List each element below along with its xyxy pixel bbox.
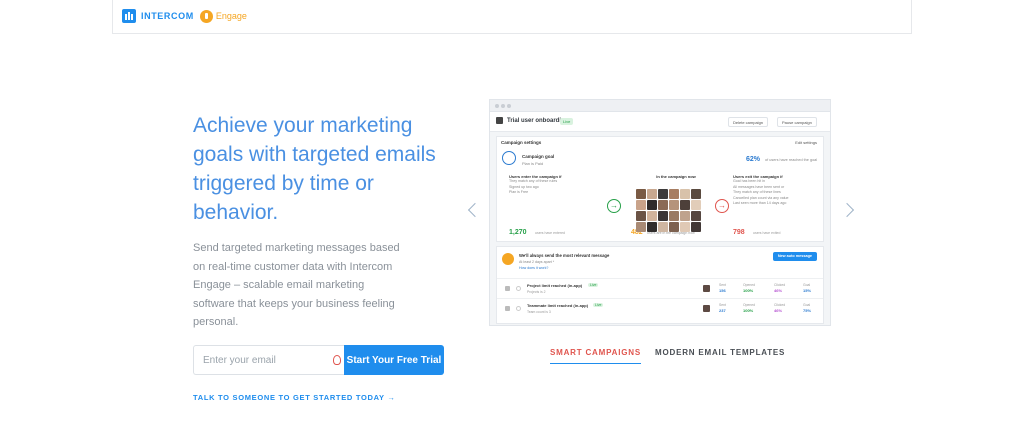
message-name: Teammate limit reached (in-app) — [527, 303, 589, 308]
intercom-logo[interactable]: INTERCOM Engage — [122, 9, 247, 23]
arrow-right-icon: → — [715, 199, 729, 213]
intercom-logo-icon — [122, 9, 136, 23]
user-avatar — [636, 200, 646, 210]
user-avatar — [658, 211, 668, 221]
hero-subcopy: Send targeted marketing messages based o… — [193, 242, 400, 328]
user-avatar — [691, 200, 701, 210]
user-avatar — [669, 189, 679, 199]
user-avatar — [647, 211, 657, 221]
message-rule: Projects is 2 — [527, 290, 546, 294]
message-icon — [502, 253, 514, 265]
user-avatar — [691, 211, 701, 221]
metric-sent: Sent 156 — [719, 283, 726, 293]
drag-handle-icon[interactable] — [505, 286, 510, 291]
metric-goal: Goal 15% — [803, 283, 812, 293]
edit-settings-link[interactable]: Edit settings — [795, 140, 817, 145]
engage-icon — [199, 9, 213, 23]
delete-campaign-button[interactable]: Delete campaign — [728, 117, 769, 127]
message-name: Project limit reached (in-app) — [527, 283, 583, 288]
messages-panel: We'll always send the most relevant mess… — [496, 246, 824, 324]
user-avatar — [636, 222, 646, 232]
user-avatar — [691, 222, 701, 232]
signup-form: Start Your Free Trial — [193, 345, 444, 375]
messages-heading: We'll always send the most relevant mess… — [519, 253, 610, 258]
message-type-icon — [516, 306, 521, 311]
goal-desc: of users have reached the goal — [765, 158, 818, 162]
hero-headline: Achieve your marketing goals with target… — [193, 114, 436, 224]
enter-rule: Plan is Free — [509, 190, 529, 194]
goal-percent: 62% — [746, 156, 761, 163]
message-type-icon — [516, 286, 521, 291]
metric-clicked: Clicked 46% — [774, 303, 786, 313]
user-avatar — [669, 222, 679, 232]
email-input[interactable] — [193, 345, 344, 375]
user-avatar — [658, 189, 668, 199]
user-avatar — [636, 189, 646, 199]
carousel-prev-icon[interactable] — [467, 202, 483, 218]
metric-goal: Goal 75% — [803, 303, 812, 313]
goal-sub: Plan is Paid — [522, 161, 544, 166]
product-name: Engage — [215, 11, 247, 21]
exit-column: Users exit the campaign if Goal has been… — [733, 174, 823, 240]
metric-sent: Sent 237 — [719, 303, 726, 313]
pause-campaign-button[interactable]: Pause campaign — [777, 117, 817, 127]
metric-opened: Opened 100% — [743, 303, 756, 313]
table-row[interactable]: Project limit reached (in-app) Live Proj… — [497, 278, 823, 298]
sender-avatar — [703, 305, 710, 312]
in-title: In the campaign now — [656, 174, 696, 179]
status-badge: Live — [593, 303, 604, 307]
campaign-icon — [496, 117, 503, 124]
entered-count: 1,270 — [509, 229, 527, 236]
metric-clicked: Clicked 46% — [774, 283, 786, 293]
arrow-right-icon: → — [607, 199, 621, 213]
campaign-settings-panel: Campaign settings Edit settings Campaign… — [496, 136, 824, 242]
user-avatar — [680, 222, 690, 232]
status-badge: Live — [588, 283, 599, 287]
entered-note: users have entered — [535, 231, 565, 235]
metric-opened: Opened 100% — [743, 283, 756, 293]
drag-handle-icon[interactable] — [505, 306, 510, 311]
brand-name: INTERCOM — [141, 11, 194, 21]
tab-modern-email-templates[interactable]: MODERN EMAIL TEMPLATES — [655, 348, 785, 357]
user-avatar — [647, 222, 657, 232]
window-chrome — [490, 100, 830, 112]
user-avatar — [691, 189, 701, 199]
user-avatar — [647, 200, 657, 210]
user-avatar — [636, 211, 646, 221]
exited-note: users have exited — [753, 231, 781, 235]
new-auto-message-button[interactable]: New auto message — [772, 252, 817, 261]
user-avatar — [669, 200, 679, 210]
how-it-works-link[interactable]: How does it work? — [519, 266, 548, 270]
product-screenshot: Trial user onboarding Live Delete campai… — [489, 99, 831, 326]
user-avatars — [636, 189, 702, 232]
sender-avatar — [703, 285, 710, 292]
user-avatar — [658, 200, 668, 210]
start-trial-button[interactable]: Start Your Free Trial — [344, 345, 444, 375]
settings-label: Campaign settings — [501, 140, 542, 145]
user-avatar — [680, 200, 690, 210]
user-avatar — [680, 189, 690, 199]
enter-column: Users enter the campaign if They match a… — [509, 174, 605, 240]
table-row[interactable]: Teammate limit reached (in-app) Live Tea… — [497, 298, 823, 318]
status-badge: Live — [560, 118, 574, 125]
tab-smart-campaigns[interactable]: SMART CAMPAIGNS — [550, 348, 641, 364]
talk-to-sales-link[interactable]: TALK TO SOMEONE TO GET STARTED TODAY → — [193, 393, 396, 402]
campaign-header: Trial user onboarding Live Delete campai… — [490, 112, 830, 132]
user-avatar — [680, 211, 690, 221]
top-bar: INTERCOM Engage — [112, 0, 912, 34]
lastpass-icon[interactable] — [333, 355, 341, 365]
goal-title: Campaign goal — [522, 154, 555, 159]
target-icon — [502, 151, 516, 165]
messages-sub: At least 2 days apart * — [519, 260, 555, 264]
carousel-next-icon[interactable] — [839, 202, 855, 218]
exit-rule: Last seen more than 14 days ago — [733, 201, 787, 205]
user-avatar — [658, 222, 668, 232]
user-avatar — [669, 211, 679, 221]
message-rule: Team count is 3 — [527, 310, 551, 314]
user-avatar — [647, 189, 657, 199]
exited-count: 798 — [733, 229, 745, 236]
